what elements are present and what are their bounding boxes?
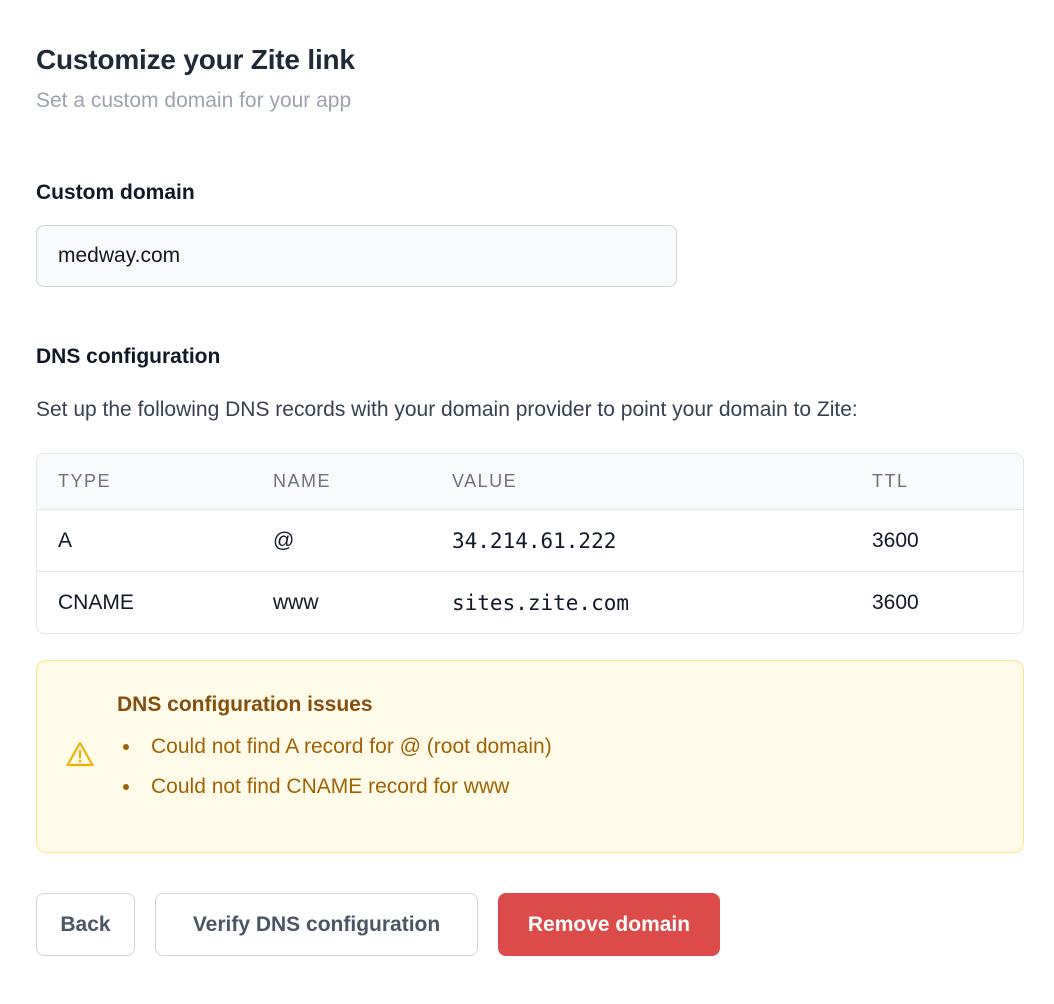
record-value: 34.214.61.222	[452, 528, 617, 553]
record-type: A	[58, 528, 73, 552]
dns-issues-alert: DNS configuration issues Could not find …	[36, 660, 1024, 853]
warning-icon	[65, 740, 95, 768]
custom-domain-input[interactable]	[36, 225, 677, 287]
back-button[interactable]: Back	[36, 893, 135, 956]
record-value: sites.zite.com	[452, 590, 630, 615]
page-subtitle: Set a custom domain for your app	[36, 89, 352, 112]
record-ttl: 3600	[872, 590, 919, 614]
alert-issue-item: Could not find A record for @ (root doma…	[117, 733, 552, 773]
alert-issue-item: Could not find CNAME record for www	[117, 773, 552, 813]
record-ttl: 3600	[872, 528, 919, 552]
column-header-ttl: TTL	[872, 471, 909, 491]
record-name: www	[273, 590, 319, 614]
table-row: A @ 34.214.61.222 3600	[37, 509, 1023, 571]
column-header-value: VALUE	[452, 471, 518, 491]
table-header-row: TYPE NAME VALUE TTL	[37, 454, 1023, 509]
table-row: CNAME www sites.zite.com 3600	[37, 571, 1023, 633]
verify-dns-button[interactable]: Verify DNS configuration	[155, 893, 478, 956]
column-header-type: TYPE	[58, 471, 112, 491]
dns-section-title: DNS configuration	[36, 345, 221, 368]
column-header-name: NAME	[273, 471, 332, 491]
record-type: CNAME	[58, 590, 134, 614]
dns-records-table: TYPE NAME VALUE TTL A @ 34.214.61.222 36…	[36, 453, 1024, 634]
custom-domain-label: Custom domain	[36, 181, 195, 204]
alert-issue-list: Could not find A record for @ (root doma…	[117, 733, 552, 813]
dns-description: Set up the following DNS records with yo…	[36, 398, 858, 421]
alert-title: DNS configuration issues	[117, 693, 373, 716]
page-title: Customize your Zite link	[36, 44, 355, 75]
record-name: @	[273, 528, 295, 552]
remove-domain-button[interactable]: Remove domain	[498, 893, 720, 956]
